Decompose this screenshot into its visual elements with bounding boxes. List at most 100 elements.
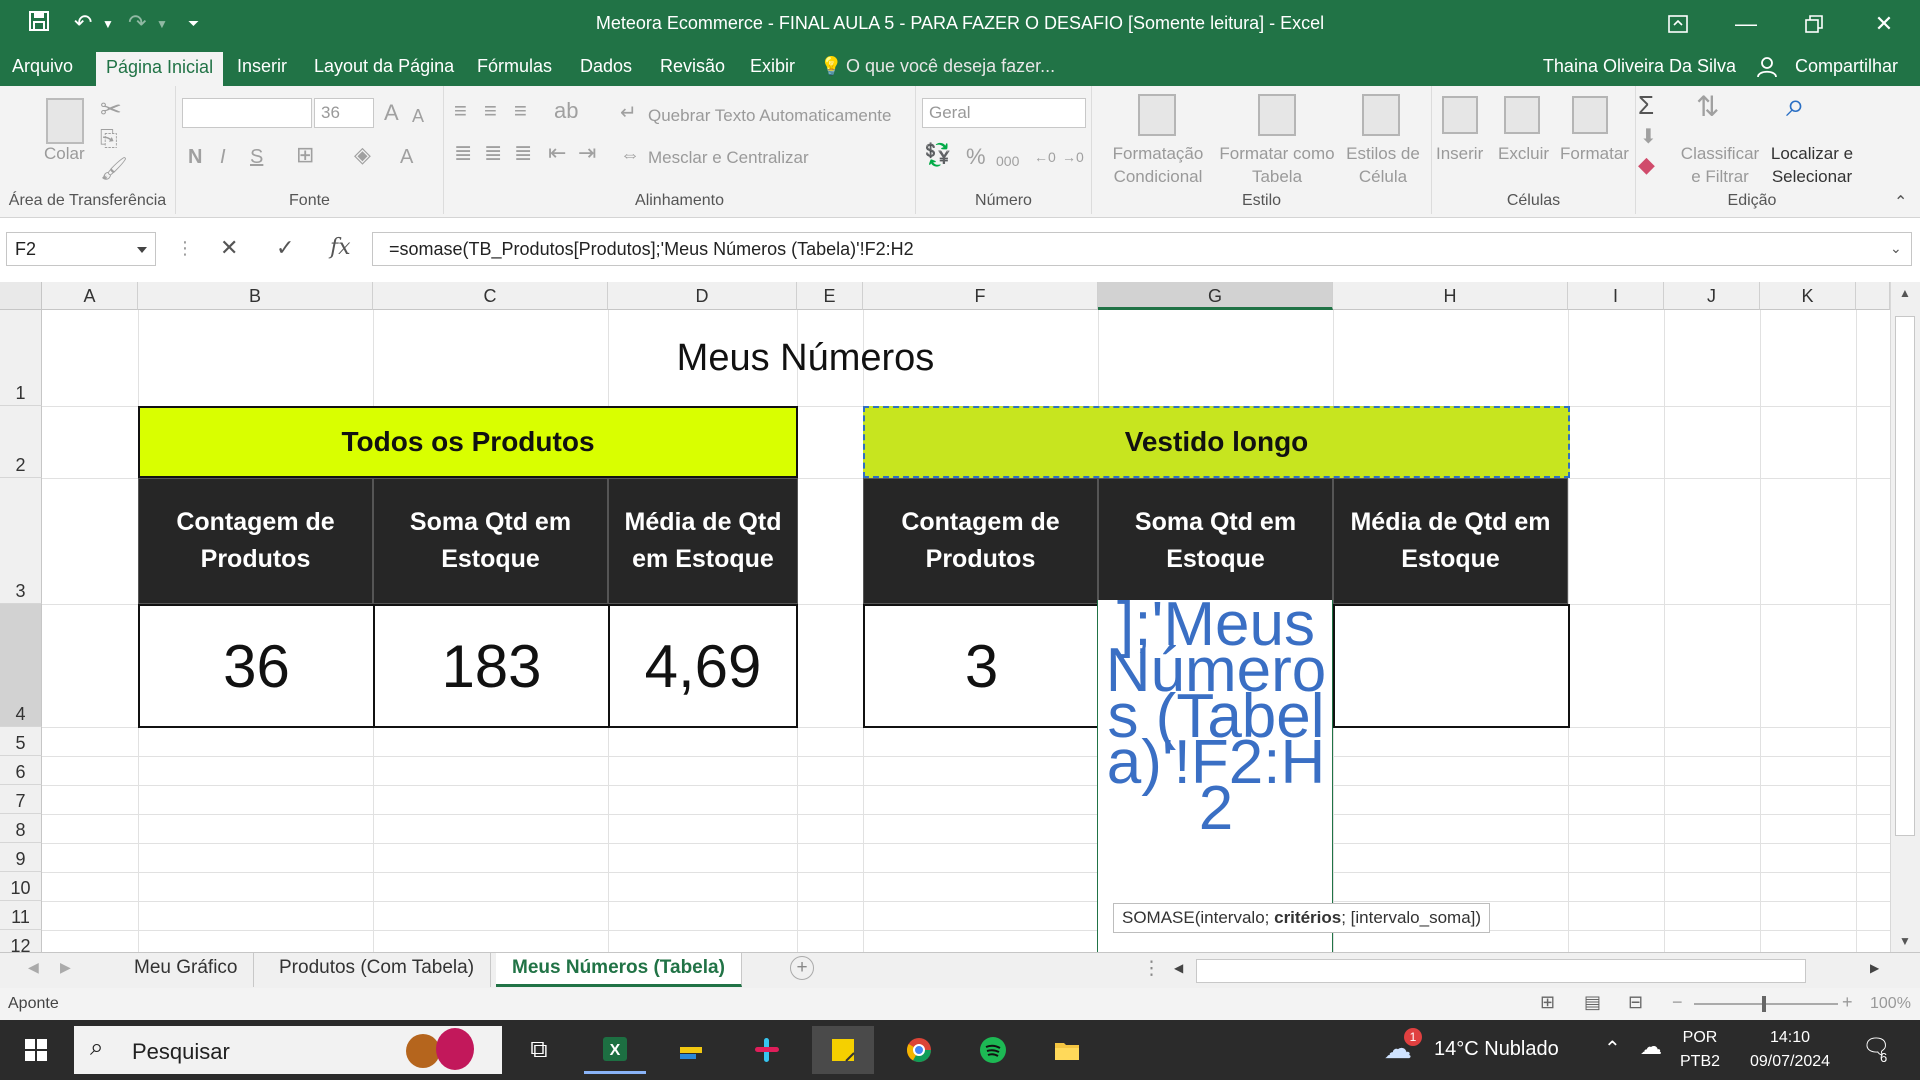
zoom-level[interactable]: 100% [1870, 995, 1911, 1013]
row-header-11[interactable]: 11 [0, 901, 42, 930]
cell-styles-icon[interactable] [1362, 94, 1400, 136]
align-middle-icon[interactable]: ≡ [484, 98, 497, 124]
row-header-6[interactable]: 6 [0, 756, 42, 785]
language-indicator[interactable]: POR PTB2 [1680, 1026, 1720, 1074]
format-cells-button[interactable]: Formatar [1560, 144, 1629, 164]
fill-icon[interactable]: ⬇ [1640, 124, 1657, 150]
align-center-icon[interactable]: ≣ [484, 140, 502, 166]
collapse-ribbon-icon[interactable]: ⌃ [1894, 190, 1907, 216]
row-header-8[interactable]: 8 [0, 814, 42, 843]
number-format-select[interactable]: Geral [922, 98, 1086, 128]
copy-icon[interactable]: ⎘ [100, 126, 118, 152]
page-break-view-icon[interactable]: ⊟ [1628, 992, 1643, 1013]
worksheet-grid[interactable]: A B C D E F G H I J K 1 2 3 4 5 6 7 8 9 … [0, 282, 1920, 952]
column-header-c[interactable]: C [373, 282, 608, 310]
prev-sheet-icon[interactable]: ◀ [28, 959, 39, 976]
column-header-j[interactable]: J [1664, 282, 1760, 310]
format-table-icon[interactable] [1258, 94, 1296, 136]
excel-taskbar-icon[interactable]: X [584, 1026, 646, 1074]
add-sheet-icon[interactable]: + [790, 956, 814, 980]
customize-qat-icon[interactable]: ⏷ [188, 15, 199, 32]
close-icon[interactable]: ✕ [1850, 0, 1918, 48]
fill-color-icon[interactable]: ◈ [354, 142, 371, 168]
all-products-header[interactable]: Todos os Produtos [138, 406, 798, 478]
sheet-title[interactable]: Meus Números [42, 310, 1569, 406]
zoom-in-icon[interactable]: + [1842, 992, 1853, 1013]
decrease-font-icon[interactable]: A [412, 103, 424, 129]
paste-label[interactable]: Colar [44, 144, 85, 164]
paste-icon[interactable] [46, 98, 84, 144]
borders-icon[interactable]: ⊞ [296, 142, 314, 168]
orientation-icon[interactable]: ab [554, 98, 578, 124]
vertical-scrollbar[interactable]: ▲ ▼ [1890, 282, 1920, 952]
increase-indent-icon[interactable]: ⇥ [578, 140, 596, 166]
sheet-tab-meu-grafico[interactable]: Meu Gráfico [118, 953, 255, 987]
row-header-10[interactable]: 10 [0, 872, 42, 901]
tab-pagina-inicial[interactable]: Página Inicial [96, 52, 224, 86]
formula-input[interactable]: =somase(TB_Produtos[Produtos];'Meus Núme… [372, 232, 1912, 266]
save-icon[interactable] [28, 10, 50, 38]
sticky-notes-taskbar-icon[interactable] [812, 1026, 874, 1074]
find-select-button[interactable]: Localizar e Selecionar [1760, 142, 1864, 188]
row-header-12[interactable]: 12 [0, 930, 42, 952]
font-name-input[interactable] [182, 98, 312, 128]
column-header-l[interactable] [1856, 282, 1890, 310]
row-header-2[interactable]: 2 [0, 406, 42, 478]
decrease-decimal-icon[interactable]: →0 [1062, 144, 1084, 170]
insert-cells-button[interactable]: Inserir [1436, 144, 1483, 164]
tell-me-search[interactable]: O que você deseja fazer... [846, 56, 1055, 77]
row-header-3[interactable]: 3 [0, 478, 42, 604]
clear-icon[interactable]: ◆ [1638, 152, 1655, 178]
name-box[interactable]: F2 [6, 232, 156, 266]
column-header-g[interactable]: G [1098, 282, 1333, 310]
delete-cells-icon[interactable] [1504, 96, 1540, 134]
task-view-icon[interactable]: ⧉ [508, 1026, 570, 1074]
tab-dados[interactable]: Dados [580, 56, 632, 77]
increase-font-icon[interactable]: A [384, 100, 399, 126]
cut-icon[interactable]: ✂ [100, 96, 122, 122]
dress-count-value[interactable]: 3 [863, 604, 1100, 728]
sheet-tab-produtos[interactable]: Produtos (Com Tabela) [263, 953, 492, 987]
all-sum-value[interactable]: 183 [373, 604, 610, 728]
page-layout-view-icon[interactable]: ▤ [1584, 992, 1601, 1013]
tab-layout-pagina[interactable]: Layout da Página [314, 56, 454, 77]
zoom-out-icon[interactable]: − [1672, 992, 1683, 1013]
underline-button[interactable]: S [250, 144, 263, 170]
undo-dropdown-icon[interactable]: ▼ [102, 17, 114, 31]
hscroll-right-icon[interactable]: ▶ [1870, 961, 1879, 975]
row-header-1[interactable]: 1 [0, 310, 42, 406]
vertical-scroll-thumb[interactable] [1895, 316, 1915, 836]
conditional-format-icon[interactable] [1138, 94, 1176, 136]
restore-icon[interactable] [1780, 0, 1848, 48]
all-count-value[interactable]: 36 [138, 604, 375, 728]
merge-icon[interactable]: ⇔ [620, 142, 640, 168]
cell-styles-button[interactable]: Estilos de Célula [1342, 142, 1424, 188]
bold-button[interactable]: N [188, 144, 202, 170]
sheet-tab-meus-numeros[interactable]: Meus Números (Tabela) [496, 953, 742, 987]
row-header-4[interactable]: 4 [0, 604, 42, 727]
spotify-taskbar-icon[interactable] [962, 1026, 1024, 1074]
taskbar-search-box[interactable]: ⌕ Pesquisar [74, 1026, 502, 1074]
share-button[interactable]: Compartilhar [1795, 56, 1898, 77]
tab-inserir[interactable]: Inserir [237, 56, 287, 77]
merge-center-button[interactable]: Mesclar e Centralizar [648, 148, 809, 168]
select-all-corner[interactable] [0, 282, 42, 310]
column-header-a[interactable]: A [42, 282, 138, 310]
all-avg-column-header[interactable]: Média de Qtd em Estoque [608, 478, 798, 604]
scroll-up-icon[interactable]: ▲ [1899, 286, 1911, 300]
align-top-icon[interactable]: ≡ [454, 98, 467, 124]
clock[interactable]: 14:10 09/07/2024 [1742, 1026, 1838, 1074]
decrease-indent-icon[interactable]: ⇤ [548, 140, 566, 166]
delete-cells-button[interactable]: Excluir [1498, 144, 1549, 164]
column-header-b[interactable]: B [138, 282, 373, 310]
sort-filter-icon[interactable]: ⇅ [1696, 93, 1719, 121]
align-bottom-icon[interactable]: ≡ [514, 98, 527, 124]
in-cell-editor[interactable]: ];'Meus Números (Tabela)'!F2:H2 [1097, 600, 1333, 952]
column-header-d[interactable]: D [608, 282, 797, 310]
minimize-icon[interactable]: — [1712, 0, 1780, 48]
all-sum-column-header[interactable]: Soma Qtd em Estoque [373, 478, 608, 604]
currency-icon[interactable]: 💱 [924, 142, 951, 168]
align-left-icon[interactable]: ≣ [454, 140, 472, 166]
row-header-7[interactable]: 7 [0, 785, 42, 814]
font-color-icon[interactable]: A [400, 144, 413, 170]
